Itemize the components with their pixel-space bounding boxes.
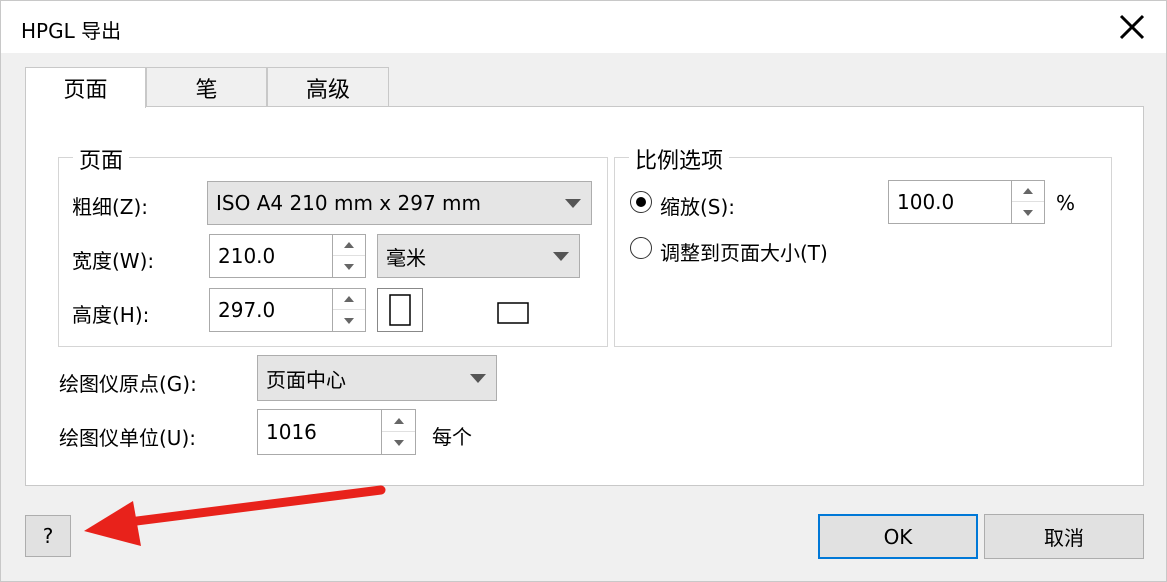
hpgl-export-dialog: HPGL 导出 页面 笔 高级 页面 粗细(Z): ISO A4 210 mm … [0,0,1167,582]
annotation-arrow [84,485,386,546]
tab-page[interactable]: 页面 [25,67,146,108]
